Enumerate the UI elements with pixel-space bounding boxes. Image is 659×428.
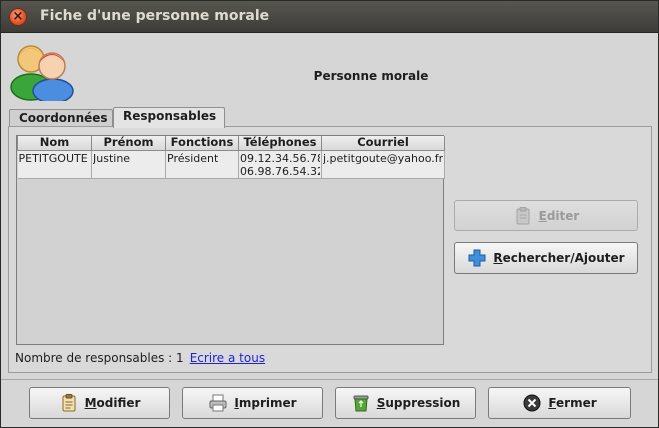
clipboard-icon (516, 206, 530, 224)
modifier-button[interactable]: Modifier (29, 387, 170, 419)
separator (1, 379, 658, 380)
header-title: Personne morale (313, 69, 429, 83)
suppression-button[interactable]: Suppression (335, 387, 476, 419)
imprimer-label: Imprimer (234, 396, 297, 410)
column-header-nom[interactable]: Nom (17, 136, 92, 151)
table-row[interactable]: PETITGOUTE Justine Président 09.12.34.56… (17, 150, 445, 179)
rechercher-ajouter-button[interactable]: Rechercher/Ajouter (454, 242, 638, 274)
phone-1: 09.12.34.56.78 (240, 151, 320, 165)
modifier-label: Modifier (84, 396, 141, 410)
title-bar[interactable]: × Fiche d'une personne morale (1, 1, 658, 33)
clipboard-icon (62, 394, 76, 412)
column-header-courriel[interactable]: Courriel (321, 136, 445, 151)
close-circle-icon (523, 394, 541, 412)
tab-coordonnees[interactable]: Coordonnées (9, 109, 113, 127)
editer-button[interactable]: Editer (454, 200, 638, 231)
editer-label: Editer (538, 208, 580, 223)
rechercher-ajouter-label: Rechercher/Ajouter (493, 251, 625, 265)
printer-icon (209, 394, 227, 412)
column-header-telephones[interactable]: Téléphones (238, 136, 322, 151)
cell-telephones[interactable]: 09.12.34.56.78 06.98.76.54.32 (238, 150, 322, 179)
dialog-window: × Fiche d'une personne morale Personne m… (0, 0, 659, 428)
suppression-label: Suppression (376, 396, 461, 410)
phone-2: 06.98.76.54.32 (240, 164, 320, 178)
count-label: Nombre de responsables : 1 (15, 351, 184, 365)
window-close-button[interactable]: × (9, 8, 27, 26)
responsables-table[interactable]: Nom Prénom Fonctions Téléphones Courriel… (16, 135, 445, 345)
header: Personne morale (7, 37, 652, 105)
column-header-fonctions[interactable]: Fonctions (165, 136, 239, 151)
ecrire-a-tous-link[interactable]: Ecrire a tous (190, 351, 265, 365)
table-header-row: Nom Prénom Fonctions Téléphones Courriel (17, 136, 445, 151)
fermer-button[interactable]: Fermer (488, 387, 631, 419)
tab-responsables[interactable]: Responsables (113, 107, 225, 128)
trash-icon (353, 395, 369, 412)
tab-panel-responsables: Nom Prénom Fonctions Téléphones Courriel… (8, 126, 652, 373)
cell-fonctions[interactable]: Président (165, 150, 239, 179)
column-header-prenom[interactable]: Prénom (91, 136, 166, 151)
cell-courriel[interactable]: j.petitgoute@yahoo.fr (321, 150, 445, 179)
responsables-count: Nombre de responsables : 1 Ecrire a tous (15, 351, 265, 365)
plus-icon (468, 249, 486, 267)
cell-prenom[interactable]: Justine (91, 150, 166, 179)
fermer-label: Fermer (548, 396, 597, 410)
imprimer-button[interactable]: Imprimer (182, 387, 323, 419)
cell-nom[interactable]: PETITGOUTE (17, 150, 92, 179)
window-title: Fiche d'une personne morale (40, 8, 270, 24)
